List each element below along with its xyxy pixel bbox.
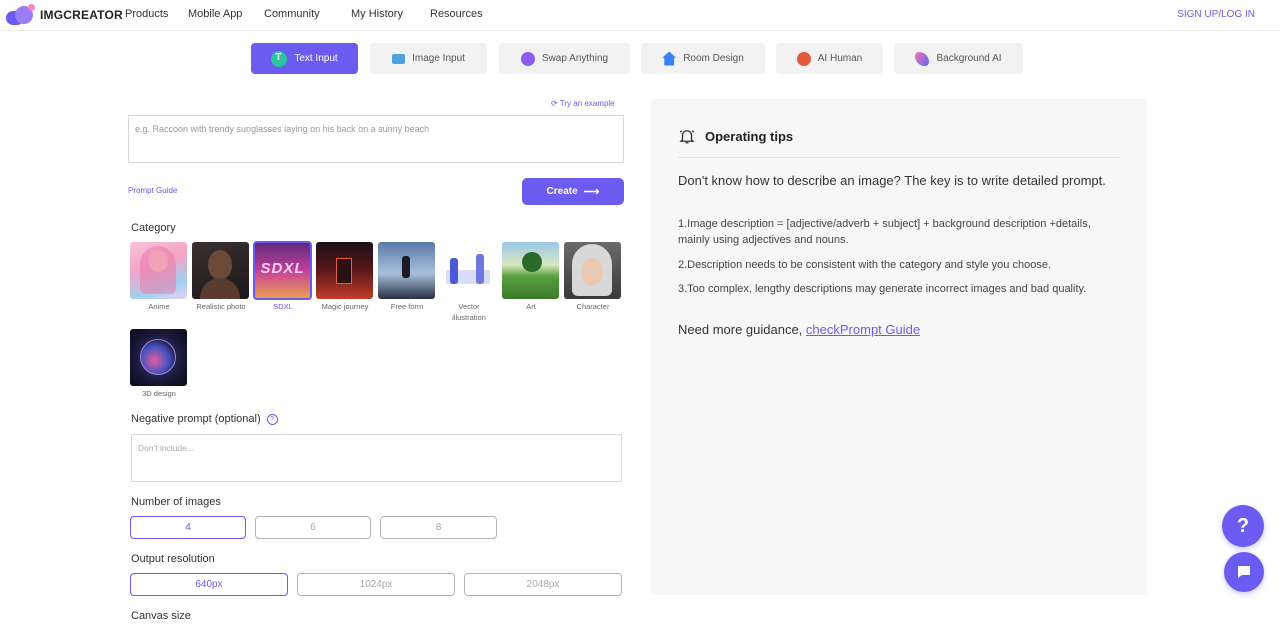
num-images-option-6[interactable]: 6	[255, 516, 371, 539]
signup-login-link[interactable]: SIGN UP/LOG IN	[1177, 9, 1255, 20]
category-thumbnail	[130, 329, 187, 386]
category-character[interactable]: Character	[564, 242, 622, 312]
tab-background-ai[interactable]: Background AI	[894, 43, 1023, 74]
negative-placeholder: Don't include...	[138, 443, 194, 453]
operating-tips-panel: Operating tips Don't know how to describ…	[651, 99, 1147, 595]
category-free-form[interactable]: Free form	[378, 242, 436, 312]
category-thumbnail	[192, 242, 249, 299]
tab-ai-human[interactable]: AI Human	[776, 43, 883, 74]
tips-header: Operating tips	[678, 127, 793, 145]
tips-main-text: Don't know how to describe an image? The…	[678, 173, 1106, 188]
create-button[interactable]: Create ⟶	[522, 178, 624, 205]
category-thumbnail: SDXL	[253, 241, 312, 300]
tab-label: Room Design	[683, 53, 744, 64]
category-thumbnail	[378, 242, 435, 299]
tab-room-design[interactable]: Room Design	[641, 43, 765, 74]
create-label: Create	[546, 186, 578, 197]
chat-button[interactable]	[1224, 552, 1264, 592]
text-input-icon	[271, 50, 288, 67]
logo-text: IMGCREATOR	[40, 8, 123, 22]
top-header: IMGCREATOR Products Mobile App Community…	[0, 0, 1280, 31]
category-sdxl[interactable]: SDXL SDXL	[253, 241, 312, 312]
question-icon: ?	[1236, 514, 1250, 537]
category-thumbnail	[502, 242, 559, 299]
bell-icon	[679, 130, 695, 144]
category-thumbnail	[440, 242, 497, 299]
tips-title: Operating tips	[705, 128, 794, 144]
tip-item: 3.Too complex, lengthy descriptions may …	[678, 283, 1087, 295]
prompt-placeholder: e.g. Raccoon with trendy sunglasses layi…	[135, 124, 430, 134]
num-images-option-4[interactable]: 4	[130, 516, 246, 539]
canvas-size-label: Canvas size	[131, 610, 191, 622]
negative-prompt-label: Negative prompt (optional)?	[131, 413, 278, 425]
nav-community[interactable]: Community	[264, 8, 320, 20]
num-images-option-8[interactable]: 8	[380, 516, 497, 539]
category-3d-design[interactable]: 3D design	[130, 329, 188, 399]
arrow-right-icon: ⟶	[583, 186, 600, 198]
help-button[interactable]: ?	[1222, 505, 1264, 547]
nav-resources[interactable]: Resources	[430, 8, 483, 20]
tab-label: AI Human	[817, 53, 863, 64]
nav-my-history[interactable]: My History	[351, 8, 403, 20]
check-prompt-guide-link[interactable]: checkPrompt Guide	[806, 322, 920, 337]
guidance-text: Need more guidance, checkPrompt Guide	[678, 322, 921, 337]
background-ai-icon	[915, 51, 930, 66]
category-label: Category	[131, 222, 176, 234]
tab-image-input[interactable]: Image Input	[370, 43, 487, 74]
refresh-icon: ⟳	[551, 99, 558, 108]
category-thumbnail	[130, 242, 187, 299]
category-art[interactable]: Art	[502, 242, 560, 312]
tab-label: Background AI	[936, 53, 1002, 64]
category-realistic-photo[interactable]: Realistic photo	[192, 242, 250, 312]
resolution-option-640[interactable]: 640px	[130, 573, 288, 596]
number-of-images-label: Number of images	[131, 496, 221, 508]
nav-products[interactable]: Products	[125, 8, 168, 20]
negative-prompt-input[interactable]: Don't include...	[131, 434, 622, 482]
logo-icon	[6, 4, 36, 26]
tip-item: 1.Image description = [adjective/adverb …	[678, 218, 1091, 246]
image-input-icon	[392, 53, 406, 64]
tip-item: 2.Description needs to be consistent wit…	[678, 259, 1051, 271]
prompt-guide-link[interactable]: Prompt Guide	[128, 186, 177, 195]
category-thumbnail	[564, 242, 621, 299]
chat-icon	[1238, 566, 1250, 578]
resolution-option-1024[interactable]: 1024px	[297, 573, 455, 596]
ai-human-icon	[796, 51, 811, 66]
tab-label: Image Input	[412, 53, 465, 64]
help-icon[interactable]: ?	[266, 413, 278, 425]
nav-mobile-app[interactable]: Mobile App	[188, 8, 242, 20]
tab-label: Text Input	[294, 53, 338, 64]
try-example-link[interactable]: ⟳ Try an example	[551, 99, 615, 108]
category-anime[interactable]: Anime	[130, 242, 188, 312]
resolution-option-2048[interactable]: 2048px	[464, 573, 622, 596]
tab-text-input[interactable]: Text Input	[251, 43, 358, 74]
room-design-icon	[662, 51, 677, 66]
prompt-input[interactable]: e.g. Raccoon with trendy sunglasses layi…	[128, 115, 624, 163]
category-thumbnail	[316, 242, 373, 299]
tab-swap-anything[interactable]: Swap Anything	[499, 43, 630, 74]
logo[interactable]: IMGCREATOR	[6, 4, 123, 26]
category-vector-illustration[interactable]: Vector illustration	[440, 242, 498, 323]
tab-label: Swap Anything	[541, 53, 609, 64]
swap-icon	[520, 51, 535, 66]
sdxl-thumb-text: SDXL	[260, 260, 305, 277]
output-resolution-label: Output resolution	[131, 553, 215, 565]
divider	[678, 157, 1120, 158]
category-magic-journey[interactable]: Magic journey	[316, 242, 374, 312]
